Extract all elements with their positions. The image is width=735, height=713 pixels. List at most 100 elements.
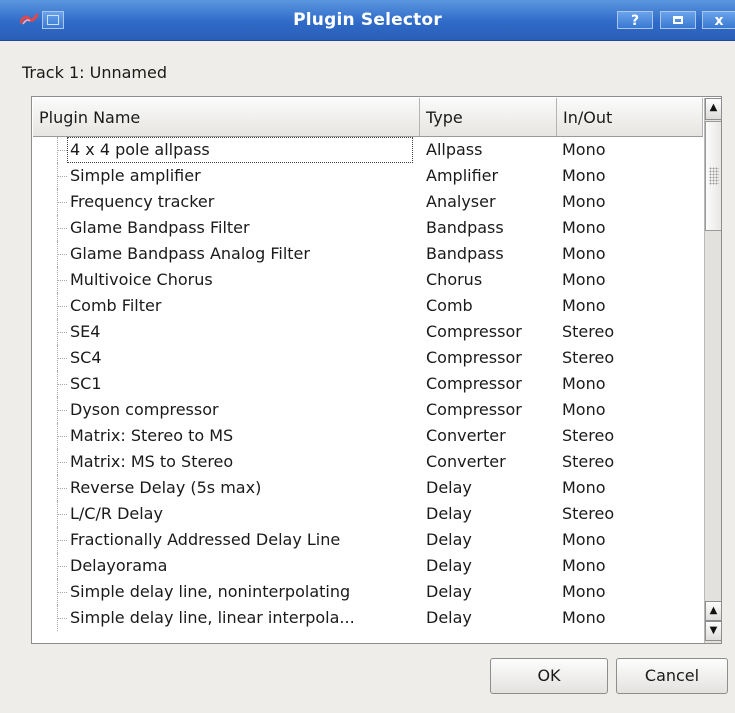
plugin-type-cell: Chorus (426, 270, 483, 289)
plugin-type-cell: Analyser (426, 192, 496, 211)
column-header-in-out[interactable]: In/Out (557, 98, 703, 136)
list-item[interactable]: Multivoice Chorus Chorus Mono (33, 267, 703, 293)
tree-branch-line (57, 267, 69, 293)
list-item[interactable]: SC4 Compressor Stereo (33, 345, 703, 371)
scrollbar-thumb[interactable] (705, 121, 721, 231)
scroll-up-button-lower[interactable]: ▲ (705, 601, 721, 621)
tree-branch-line (57, 189, 69, 215)
title-bar[interactable]: Plugin Selector ? x (0, 0, 735, 41)
plugin-list[interactable]: Plugin Name Type In/Out 4 x 4 pole allpa… (31, 96, 722, 644)
plugin-name-cell: Glame Bandpass Analog Filter (70, 244, 310, 263)
column-header-plugin-name[interactable]: Plugin Name (33, 98, 420, 136)
plugin-io-cell: Mono (562, 296, 606, 315)
list-item[interactable]: Simple delay line, linear interpola... De… (33, 605, 703, 631)
list-item[interactable]: Dyson compressor Compressor Mono (33, 397, 703, 423)
tree-branch-line (57, 319, 69, 345)
list-header: Plugin Name Type In/Out (33, 98, 703, 137)
list-item[interactable]: Matrix: Stereo to MS Converter Stereo (33, 423, 703, 449)
list-item[interactable]: Reverse Delay (5s max) Delay Mono (33, 475, 703, 501)
list-item[interactable]: Fractionally Addressed Delay Line Delay Mo… (33, 527, 703, 553)
scroll-down-button[interactable]: ▼ (705, 621, 721, 641)
plugin-name-cell: SC1 (70, 374, 102, 393)
plugin-type-cell: Bandpass (426, 218, 504, 237)
plugin-type-cell: Allpass (426, 140, 483, 159)
list-item[interactable]: SC1 Compressor Mono (33, 371, 703, 397)
tree-branch-line (57, 527, 69, 553)
cancel-button[interactable]: Cancel (616, 658, 728, 694)
list-item[interactable]: SE4 Compressor Stereo (33, 319, 703, 345)
scroll-down-icon: ▼ (709, 625, 718, 636)
tree-branch-line (57, 553, 69, 579)
tree-branch-line (57, 371, 69, 397)
list-item[interactable]: Matrix: MS to Stereo Converter Stereo (33, 449, 703, 475)
plugin-io-cell: Stereo (562, 504, 615, 523)
plugin-name-cell: Matrix: Stereo to MS (70, 426, 234, 445)
plugin-io-cell: Stereo (562, 426, 615, 445)
list-item[interactable]: 4 x 4 pole allpass Allpass Mono (33, 137, 703, 163)
plugin-io-cell: Mono (562, 608, 606, 627)
plugin-io-cell: Mono (562, 530, 606, 549)
tree-branch-line (57, 215, 69, 241)
plugin-type-cell: Compressor (426, 322, 522, 341)
plugin-io-cell: Mono (562, 218, 606, 237)
tree-branch-line (57, 423, 69, 449)
plugin-type-cell: Compressor (426, 348, 522, 367)
maximize-icon (673, 15, 683, 24)
scroll-up-icon: ▲ (709, 102, 718, 113)
list-item[interactable]: Comb Filter Comb Mono (33, 293, 703, 319)
help-button[interactable]: ? (617, 11, 653, 29)
tree-branch-line (57, 241, 69, 267)
ok-button[interactable]: OK (490, 658, 608, 694)
list-item[interactable]: Glame Bandpass Filter Bandpass Mono (33, 215, 703, 241)
plugin-type-cell: Compressor (426, 400, 522, 419)
list-item[interactable]: Frequency tracker Analyser Mono (33, 189, 703, 215)
plugin-name-cell: Dyson compressor (70, 400, 219, 419)
list-item[interactable]: Simple amplifier Amplifier Mono (33, 163, 703, 189)
plugin-io-cell: Stereo (562, 322, 615, 341)
maximize-button[interactable] (660, 11, 696, 29)
plugin-type-cell: Converter (426, 426, 506, 445)
plugin-io-cell: Mono (562, 582, 606, 601)
plugin-io-cell: Mono (562, 374, 606, 393)
vertical-scrollbar[interactable]: ▲ ▲ ▼ (704, 98, 721, 643)
plugin-io-cell: Mono (562, 400, 606, 419)
close-button[interactable]: x (702, 11, 735, 29)
plugin-io-cell: Stereo (562, 452, 615, 471)
plugin-name-cell: Reverse Delay (5s max) (70, 478, 262, 497)
plugin-io-cell: Stereo (562, 348, 615, 367)
plugin-type-cell: Comb (426, 296, 473, 315)
list-item[interactable]: L/C/R Delay Delay Stereo (33, 501, 703, 527)
tree-branch-line (57, 449, 69, 475)
plugin-io-cell: Mono (562, 140, 606, 159)
plugin-name-cell: Simple delay line, linear interpola... (70, 608, 355, 627)
column-header-type[interactable]: Type (420, 98, 557, 136)
plugin-io-cell: Mono (562, 556, 606, 575)
scroll-up-button[interactable]: ▲ (705, 98, 721, 120)
list-item[interactable]: Simple delay line, noninterpolating Delay… (33, 579, 703, 605)
tree-branch-line (57, 475, 69, 501)
plugin-name-cell: Simple delay line, noninterpolating (70, 582, 351, 601)
plugin-type-cell: Bandpass (426, 244, 504, 263)
tree-branch-line (57, 345, 69, 371)
plugin-type-cell: Delay (426, 608, 472, 627)
plugin-name-cell: SC4 (70, 348, 102, 367)
list-rows: 4 x 4 pole allpass Allpass Mono Simple ampl… (33, 137, 703, 631)
plugin-type-cell: Delay (426, 556, 472, 575)
list-item[interactable]: Delayorama Delay Mono (33, 553, 703, 579)
plugin-name-cell: Fractionally Addressed Delay Line (70, 530, 341, 549)
plugin-type-cell: Converter (426, 452, 506, 471)
plugin-name-cell: Comb Filter (70, 296, 162, 315)
tree-branch-line (57, 163, 69, 189)
list-item[interactable]: Glame Bandpass Analog Filter Bandpass Mono (33, 241, 703, 267)
track-label: Track 1: Unnamed (22, 63, 167, 82)
plugin-io-cell: Mono (562, 478, 606, 497)
plugin-type-cell: Compressor (426, 374, 522, 393)
plugin-name-cell: Frequency tracker (70, 192, 215, 211)
plugin-name-cell: Glame Bandpass Filter (70, 218, 250, 237)
plugin-type-cell: Delay (426, 582, 472, 601)
plugin-name-cell: Matrix: MS to Stereo (70, 452, 234, 471)
plugin-name-cell: Delayorama (70, 556, 168, 575)
plugin-type-cell: Delay (426, 530, 472, 549)
tree-branch-line (57, 579, 69, 605)
tree-branch-line (57, 501, 69, 527)
